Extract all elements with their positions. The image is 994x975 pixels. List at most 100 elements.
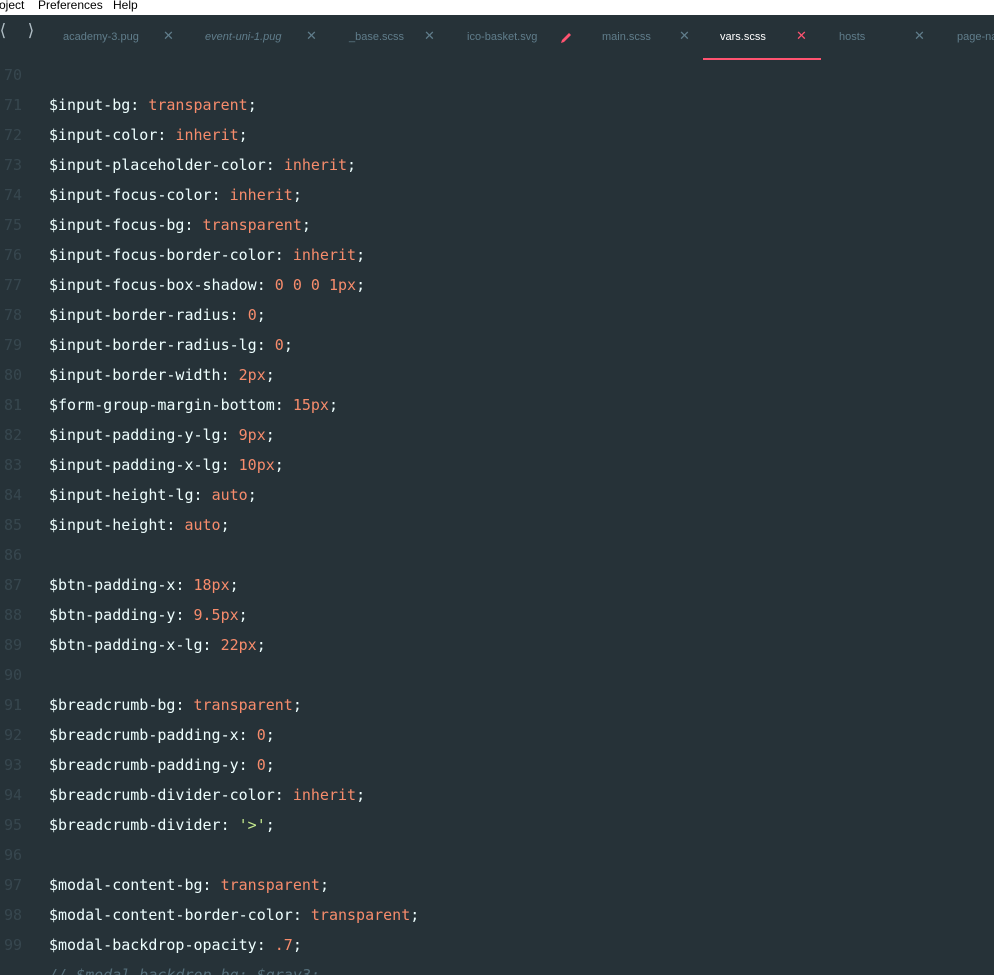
variable-value: auto xyxy=(184,516,221,534)
variable-value: inherit xyxy=(292,786,357,804)
line-number: 99 xyxy=(3,936,22,954)
code-text: $modal-backdrop-opacity: .7; xyxy=(49,936,302,954)
line-number: 98 xyxy=(3,906,22,924)
variable-value: 0 0 0 1px xyxy=(274,276,357,294)
line-number: 71 xyxy=(3,96,22,114)
variable-value: 0 xyxy=(256,756,266,774)
line-number: 73 xyxy=(3,156,22,174)
line-number: 82 xyxy=(3,426,22,444)
code-line: 99 $modal-backdrop-opacity: .7; xyxy=(0,930,994,960)
code-line: 74 $input-focus-color: inherit; xyxy=(0,180,994,210)
code-line: // $modal-backdrop-bg: $gray3; xyxy=(0,960,994,975)
line-number: 80 xyxy=(3,366,22,384)
code-text: $form-group-margin-bottom: 15px; xyxy=(49,396,338,414)
menu-item-preferences[interactable]: Preferences xyxy=(38,0,103,12)
code-editor[interactable]: 70 71 $input-bg: transparent; 72 $input-colo… xyxy=(0,60,994,975)
variable-name: $input-bg xyxy=(49,96,131,114)
line-number: 86 xyxy=(3,546,22,564)
line-number: 84 xyxy=(3,486,22,504)
code-line: 72 $input-color: inherit; xyxy=(0,120,994,150)
variable-name: $input-border-radius xyxy=(49,306,230,324)
code-line: 91 $breadcrumb-bg: transparent; xyxy=(0,690,994,720)
variable-value: transparent xyxy=(220,876,320,894)
code-text: $input-color: inherit; xyxy=(49,126,248,144)
chevron-left-icon[interactable]: ⟨ xyxy=(0,22,10,40)
tab-label: ico-basket.svg xyxy=(467,31,538,43)
variable-name: $btn-padding-x xyxy=(49,576,176,594)
tab-hosts[interactable]: hosts ✕ xyxy=(826,15,931,60)
variable-name: $breadcrumb-divider-color xyxy=(49,786,275,804)
code-line: 98 $modal-content-border-color: transpare… xyxy=(0,900,994,930)
code-text: $input-bg: transparent; xyxy=(49,96,257,114)
code-text: $input-focus-bg: transparent; xyxy=(49,216,311,234)
code-text: $input-focus-border-color: inherit; xyxy=(49,246,366,264)
variable-name: $form-group-margin-bottom xyxy=(49,396,275,414)
code-text: $input-border-radius-lg: 0; xyxy=(49,336,293,354)
tab-page-na[interactable]: page-na xyxy=(943,15,994,60)
variable-value: 9.5px xyxy=(193,606,239,624)
close-icon[interactable]: ✕ xyxy=(424,29,435,42)
line-number: 79 xyxy=(3,336,22,354)
variable-value: transparent xyxy=(193,696,293,714)
code-text: $input-border-width: 2px; xyxy=(49,366,275,384)
variable-value: 22px xyxy=(220,636,257,654)
variable-value: inherit xyxy=(292,246,357,264)
line-number: 95 xyxy=(3,816,22,834)
code-text: $input-focus-box-shadow: 0 0 0 1px; xyxy=(49,276,366,294)
code-line: 93 $breadcrumb-padding-y: 0; xyxy=(0,750,994,780)
variable-value: 2px xyxy=(238,366,266,384)
pencil-icon xyxy=(561,33,571,43)
code-text: $btn-padding-x: 18px; xyxy=(49,576,239,594)
code-text: $breadcrumb-padding-y: 0; xyxy=(49,756,275,774)
code-line: 78 $input-border-radius: 0; xyxy=(0,300,994,330)
tab-vars-scss[interactable]: vars.scss ✕ xyxy=(703,15,821,60)
variable-name: $input-padding-x-lg xyxy=(49,456,221,474)
code-line: 95 $breadcrumb-divider: '>'; xyxy=(0,810,994,840)
code-line: 73 $input-placeholder-color: inherit; xyxy=(0,150,994,180)
line-number: 94 xyxy=(3,786,22,804)
line-number: 97 xyxy=(3,876,22,894)
tab-ico-basket-svg[interactable]: ico-basket.svg xyxy=(453,15,578,60)
variable-name: $input-height xyxy=(49,516,167,534)
code-text: $modal-content-border-color: transparent… xyxy=(49,906,420,924)
variable-value: 9px xyxy=(238,426,266,444)
line-number: 87 xyxy=(3,576,22,594)
close-icon[interactable]: ✕ xyxy=(163,29,174,42)
variable-value: 0 xyxy=(247,306,257,324)
variable-name: $input-focus-color xyxy=(49,186,212,204)
variable-name: $input-focus-box-shadow xyxy=(49,276,257,294)
tab-event-uni-1-pug[interactable]: event-uni-1.pug ✕ xyxy=(190,15,325,60)
variable-name: $breadcrumb-bg xyxy=(49,696,176,714)
line-number: 85 xyxy=(3,516,22,534)
code-line: 71 $input-bg: transparent; xyxy=(0,90,994,120)
code-text: $input-placeholder-color: inherit; xyxy=(49,156,357,174)
line-number: 77 xyxy=(3,276,22,294)
code-text: $modal-content-bg: transparent; xyxy=(49,876,329,894)
variable-name: $breadcrumb-padding-x xyxy=(49,726,239,744)
code-line: 70 xyxy=(0,60,994,90)
variable-value: '>' xyxy=(238,816,266,834)
tab-main-scss[interactable]: main.scss ✕ xyxy=(588,15,698,60)
tab-academy-3-pug[interactable]: academy-3.pug ✕ xyxy=(50,15,180,60)
variable-value: 0 xyxy=(256,726,266,744)
code-text: $input-focus-color: inherit; xyxy=(49,186,302,204)
tab-base-scss[interactable]: _base.scss ✕ xyxy=(335,15,440,60)
code-line: 83 $input-padding-x-lg: 10px; xyxy=(0,450,994,480)
code-line: 75 $input-focus-bg: transparent; xyxy=(0,210,994,240)
close-icon[interactable]: ✕ xyxy=(796,29,807,42)
code-line: 85 $input-height: auto; xyxy=(0,510,994,540)
tab-label: event-uni-1.pug xyxy=(205,31,282,43)
code-line: 90 xyxy=(0,660,994,690)
close-icon[interactable]: ✕ xyxy=(679,29,690,42)
code-line: 80 $input-border-width: 2px; xyxy=(0,360,994,390)
line-number: 89 xyxy=(3,636,22,654)
close-icon[interactable]: ✕ xyxy=(306,29,317,42)
line-number: 78 xyxy=(3,306,22,324)
code-line: 76 $input-focus-border-color: inherit; xyxy=(0,240,994,270)
chevron-right-icon[interactable]: ⟩ xyxy=(24,22,38,40)
tab-label: main.scss xyxy=(602,31,651,43)
menu-item-help[interactable]: Help xyxy=(113,0,138,12)
close-icon[interactable]: ✕ xyxy=(914,29,925,42)
menu-item-project[interactable]: oject xyxy=(0,0,24,12)
code-line: 97 $modal-content-bg: transparent; xyxy=(0,870,994,900)
